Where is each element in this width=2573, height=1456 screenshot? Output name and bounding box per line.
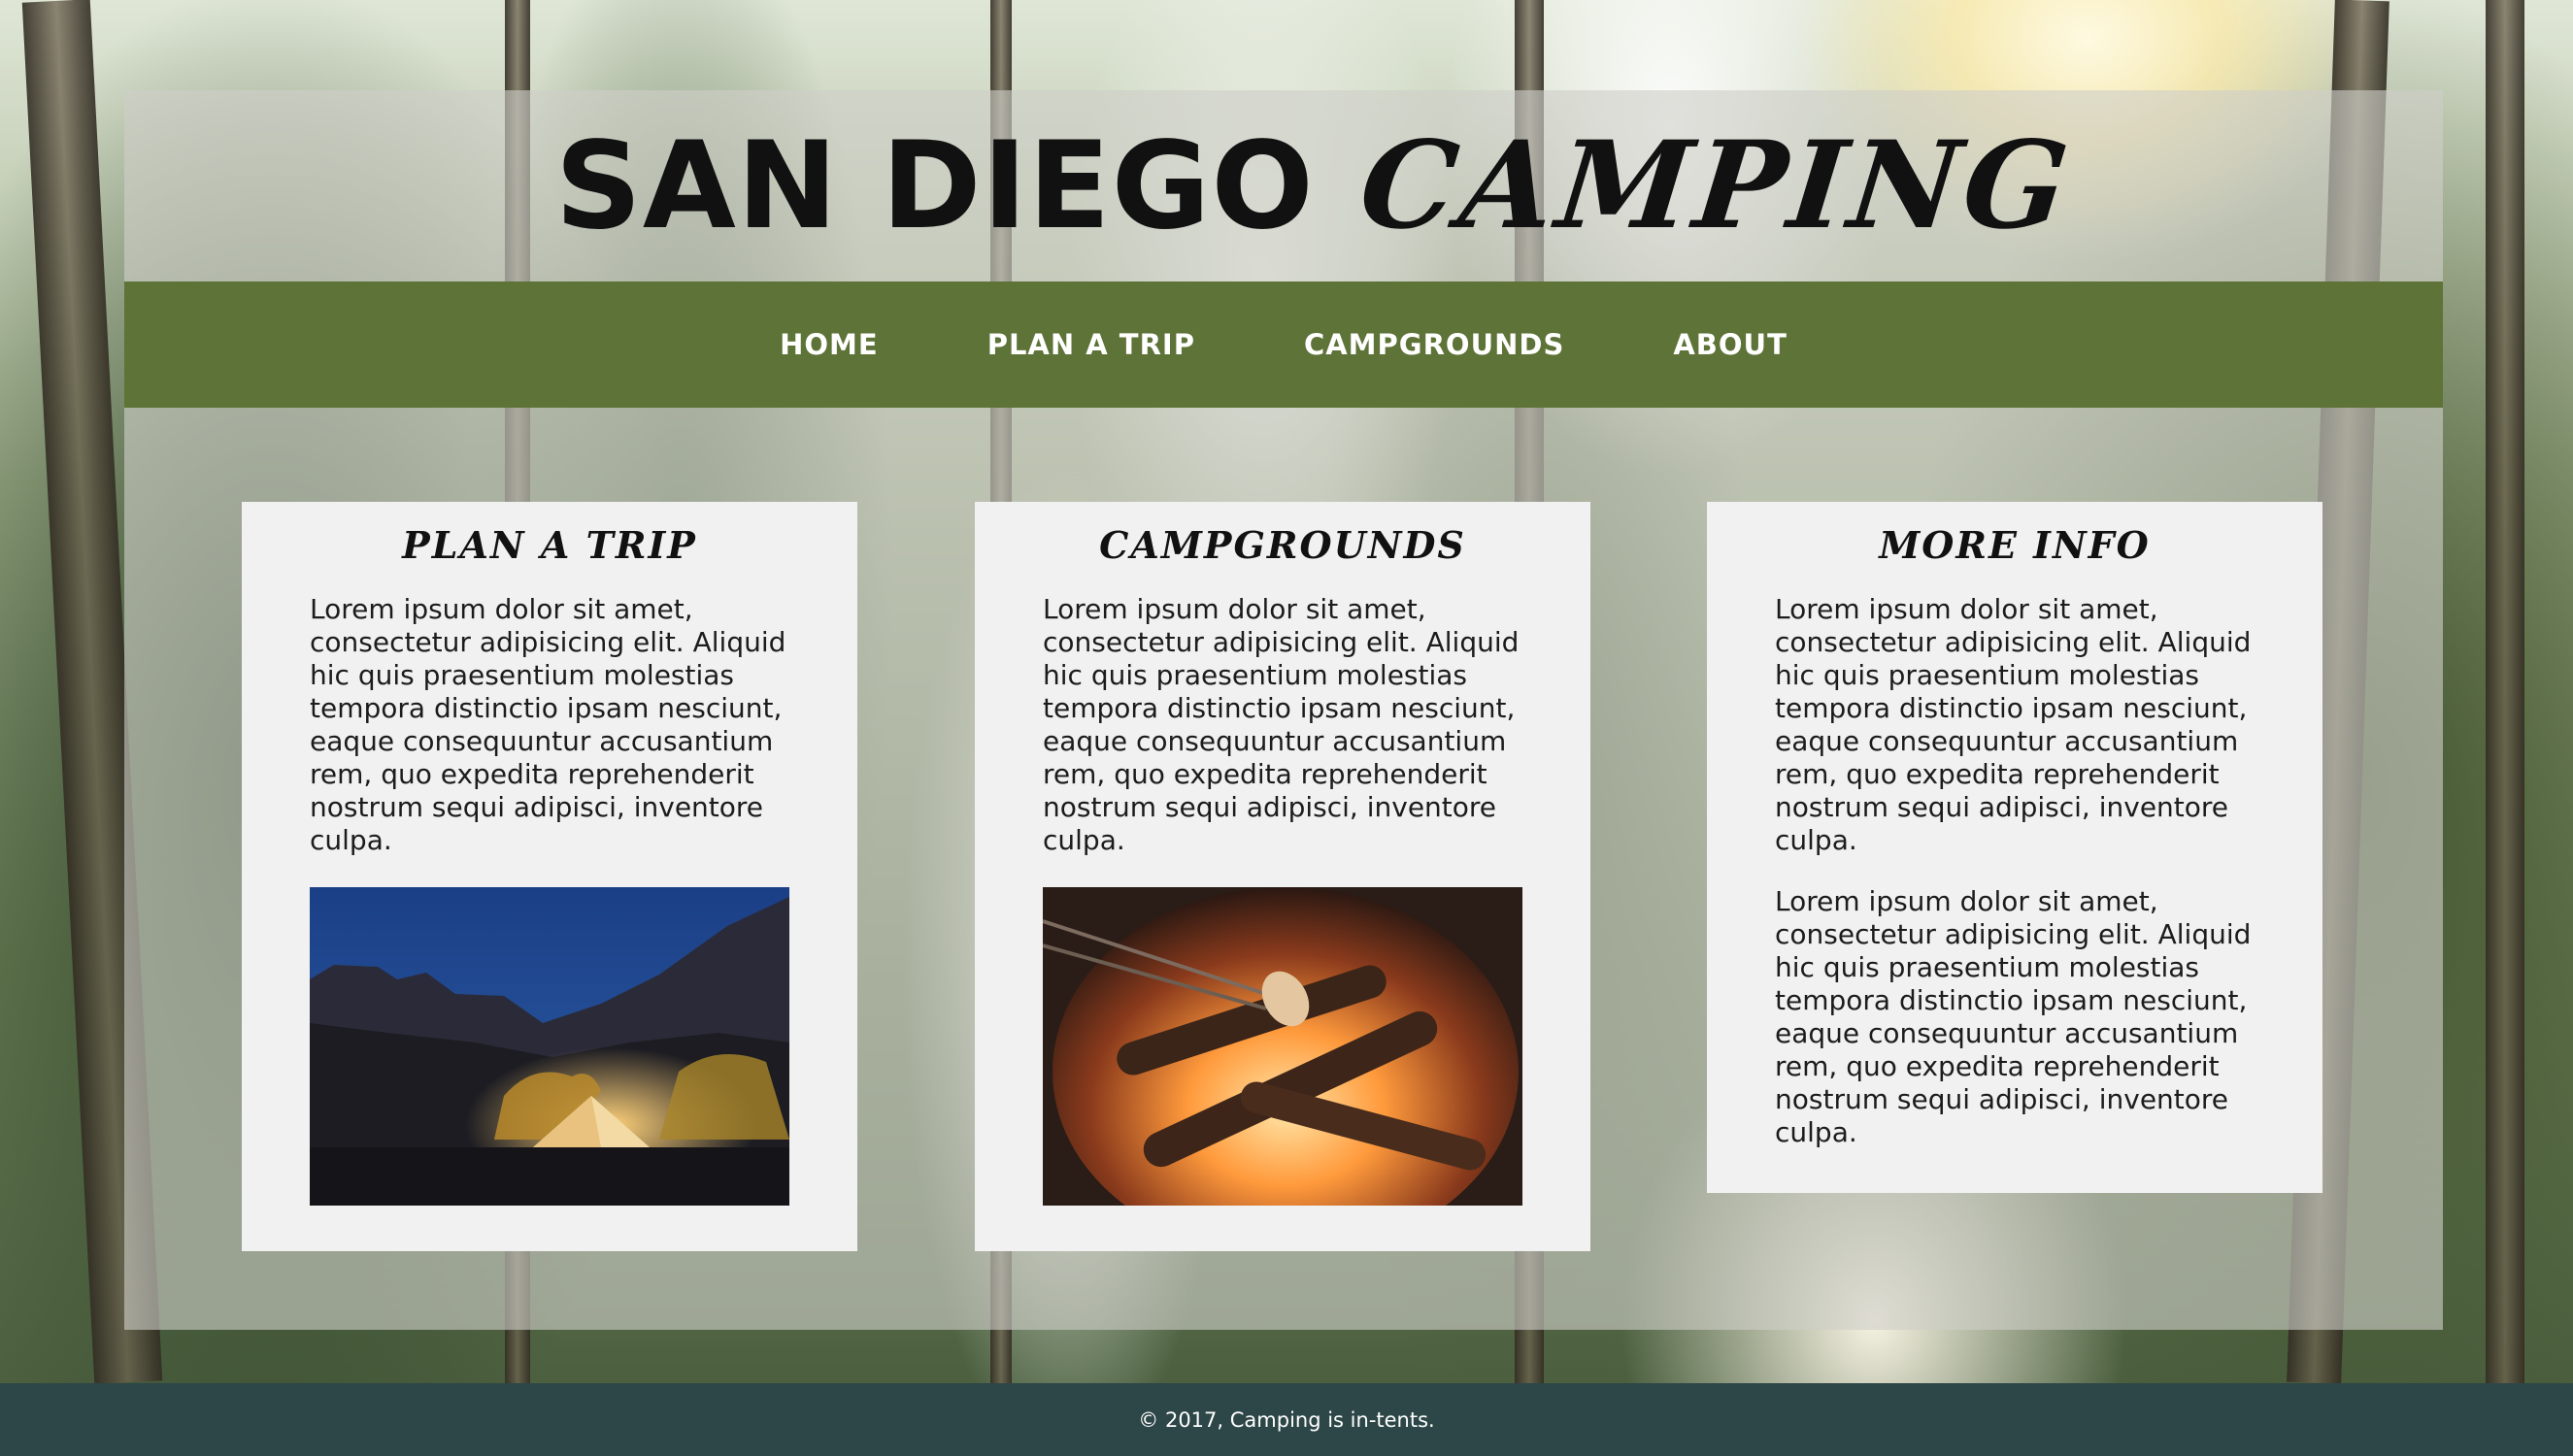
tent-at-night-photo [310, 887, 789, 1206]
card-paragraph: Lorem ipsum dolor sit amet, consectetur … [1043, 593, 1520, 856]
card-paragraph: Lorem ipsum dolor sit amet, consectetur … [1775, 885, 2252, 1148]
card-heading: MORE INFO [1879, 523, 2151, 567]
card-heading: CAMPGROUNDS [1099, 523, 1466, 567]
nav-item-about[interactable]: ABOUT [1673, 328, 1788, 361]
card-more-info: MORE INFO Lorem ipsum dolor sit amet, co… [1707, 502, 2322, 1193]
site-header: SAN DIEGO CAMPING [124, 90, 2443, 281]
main-nav: HOME PLAN A TRIP CAMPGROUNDS ABOUT [124, 281, 2443, 408]
nav-item-campgrounds[interactable]: CAMPGROUNDS [1304, 328, 1564, 361]
card-heading: PLAN A TRIP [402, 523, 697, 567]
card-paragraph: Lorem ipsum dolor sit amet, consectetur … [310, 593, 786, 856]
card-paragraph: Lorem ipsum dolor sit amet, consectetur … [1775, 593, 2252, 856]
site-title-san-diego: SAN DIEGO [554, 116, 1315, 256]
footer-copyright: © 2017, Camping is in-tents. [1138, 1407, 1435, 1432]
card-campgrounds: CAMPGROUNDS Lorem ipsum dolor sit amet, … [975, 502, 1590, 1251]
campfire-marshmallows-photo [1043, 887, 1522, 1206]
tree-trunk [2486, 0, 2524, 1383]
card-plan-a-trip: PLAN A TRIP Lorem ipsum dolor sit amet, … [242, 502, 857, 1251]
nav-item-plan-a-trip[interactable]: PLAN A TRIP [987, 328, 1195, 361]
site-title-camping: CAMPING [1353, 116, 2079, 256]
main-panel: SAN DIEGO CAMPING HOME PLAN A TRIP CAMPG… [124, 90, 2443, 1330]
site-footer: © 2017, Camping is in-tents. [0, 1383, 2573, 1456]
nav-item-home[interactable]: HOME [780, 328, 879, 361]
